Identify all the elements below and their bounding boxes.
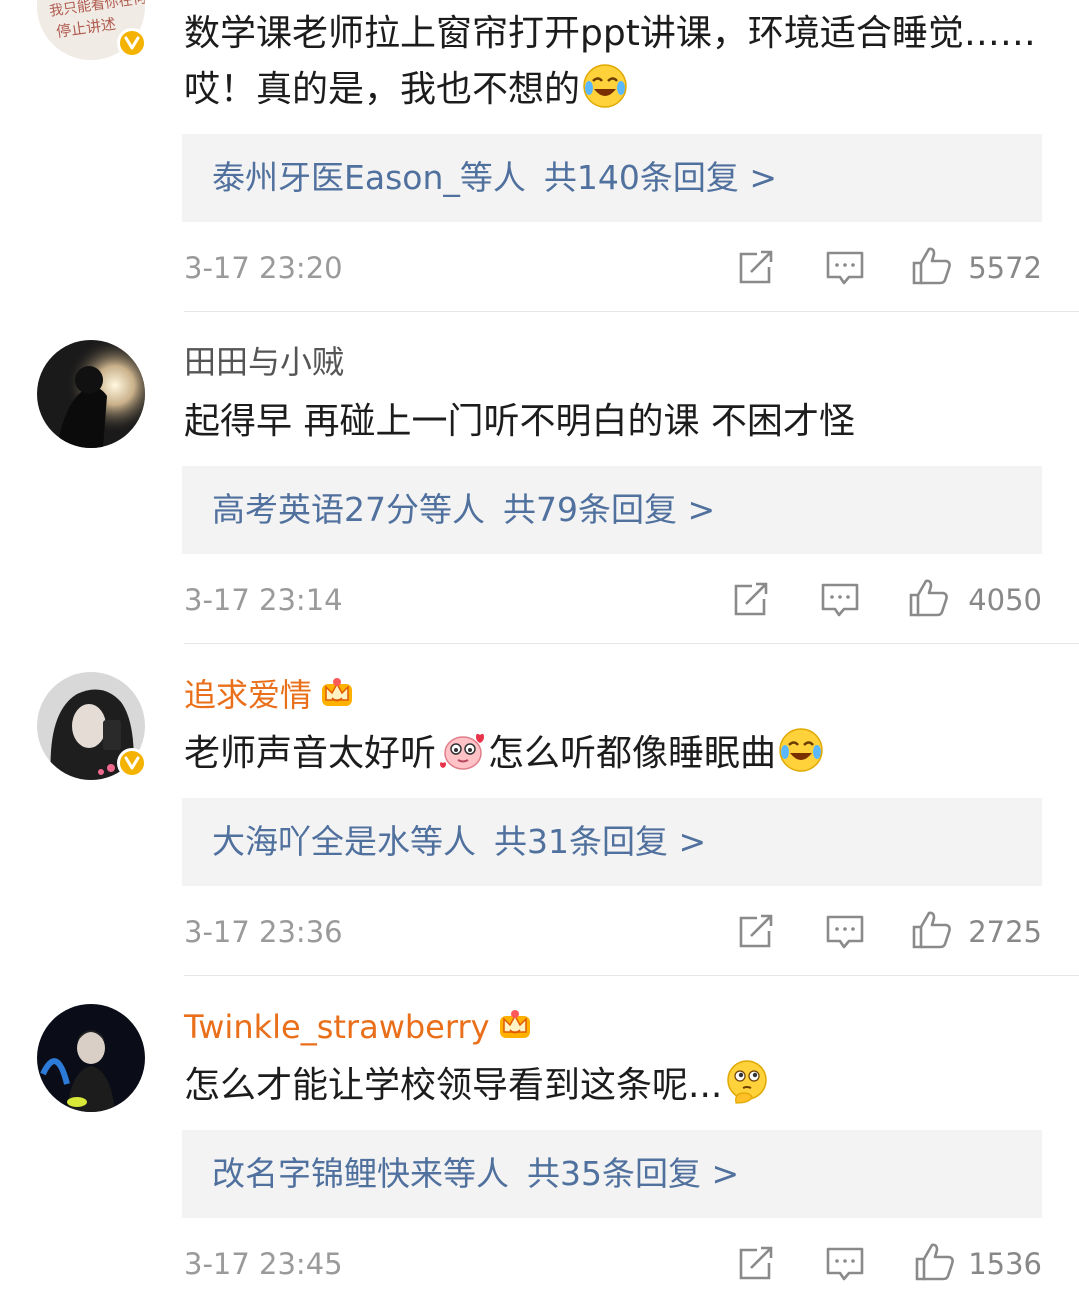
verified-badge-icon (117, 748, 147, 778)
comment-text: 老师声音太好听 怎么听都像睡眠曲 (184, 726, 1044, 782)
like-icon[interactable] (908, 578, 950, 618)
reply-count-link[interactable]: 共79条回复 > (503, 490, 715, 529)
comment-icon[interactable] (825, 1246, 865, 1284)
username[interactable]: Twinkle_strawberry (184, 1006, 534, 1047)
timestamp: 3-17 23:14 (184, 583, 343, 617)
divider (184, 643, 1079, 644)
reply-users[interactable]: 泰州牙医Eason_等人 (212, 158, 526, 197)
reply-summary[interactable]: 改名字锦鲤快来等人 共35条回复 > (182, 1130, 1042, 1218)
like-count: 1536 (968, 1247, 1042, 1281)
repost-icon[interactable] (732, 582, 770, 618)
comment-meta: 3-17 23:36 2725 (184, 910, 1044, 952)
reply-users[interactable]: 高考英语27分等人 (212, 490, 485, 529)
crown-icon (322, 678, 353, 706)
comment-icon[interactable] (820, 582, 860, 620)
repost-icon[interactable] (737, 250, 775, 286)
shy-emoji (440, 733, 485, 770)
reply-summary[interactable]: 大海吖全是水等人 共31条回复 > (182, 798, 1042, 886)
thinking-emoji (727, 1060, 768, 1104)
divider (184, 311, 1079, 312)
avatar[interactable] (37, 1004, 145, 1112)
reply-count-link[interactable]: 共31条回复 > (494, 822, 706, 861)
like-icon[interactable] (914, 1242, 956, 1282)
comment-icon[interactable] (825, 914, 865, 952)
reply-summary[interactable]: 高考英语27分等人 共79条回复 > (182, 466, 1042, 554)
avatar[interactable]: 我只能看你在何处 停止讲述 (37, 0, 147, 60)
comment-text: 起得早 再碰上一门听不明白的课 不困才怪 (184, 401, 855, 442)
comment-meta: 3-17 23:20 5572 (184, 246, 1044, 288)
reply-count-link[interactable]: 共140条回复 > (544, 158, 777, 197)
reply-count-link[interactable]: 共35条回复 > (527, 1154, 739, 1193)
timestamp: 3-17 23:20 (184, 251, 343, 285)
crown-icon (499, 1010, 530, 1038)
like-icon[interactable] (911, 910, 953, 950)
like-count: 5572 (968, 251, 1042, 285)
avatar[interactable] (37, 340, 145, 448)
like-count: 4050 (968, 583, 1042, 617)
reply-summary[interactable]: 泰州牙医Eason_等人 共140条回复 > (182, 134, 1042, 222)
comment-text: 怎么才能让学校领导看到这条呢... (184, 1058, 1044, 1114)
timestamp: 3-17 23:36 (184, 915, 343, 949)
repost-icon[interactable] (737, 1246, 775, 1282)
avatar[interactable] (37, 672, 147, 780)
reply-users[interactable]: 大海吖全是水等人 (212, 822, 476, 861)
username[interactable]: 追求爱情 (184, 674, 356, 715)
like-icon[interactable] (911, 246, 953, 286)
repost-icon[interactable] (737, 914, 775, 950)
comment-meta: 3-17 23:14 4050 (184, 578, 1044, 620)
like-count: 2725 (968, 915, 1042, 949)
comment-meta: 3-17 23:45 1536 (184, 1242, 1044, 1284)
verified-badge-icon (117, 28, 147, 58)
reply-users[interactable]: 改名字锦鲤快来等人 (212, 1154, 509, 1193)
divider (184, 975, 1079, 976)
timestamp: 3-17 23:45 (184, 1247, 343, 1281)
comment-icon[interactable] (825, 250, 865, 288)
laugh-cry-emoji (583, 64, 627, 108)
laugh-cry-emoji (779, 728, 823, 772)
comment-text: 数学课老师拉上窗帘打开ppt讲课，环境适合睡觉……哎！真的是，我也不想的 (184, 13, 1036, 110)
username[interactable]: 田田与小贼 (184, 342, 344, 382)
